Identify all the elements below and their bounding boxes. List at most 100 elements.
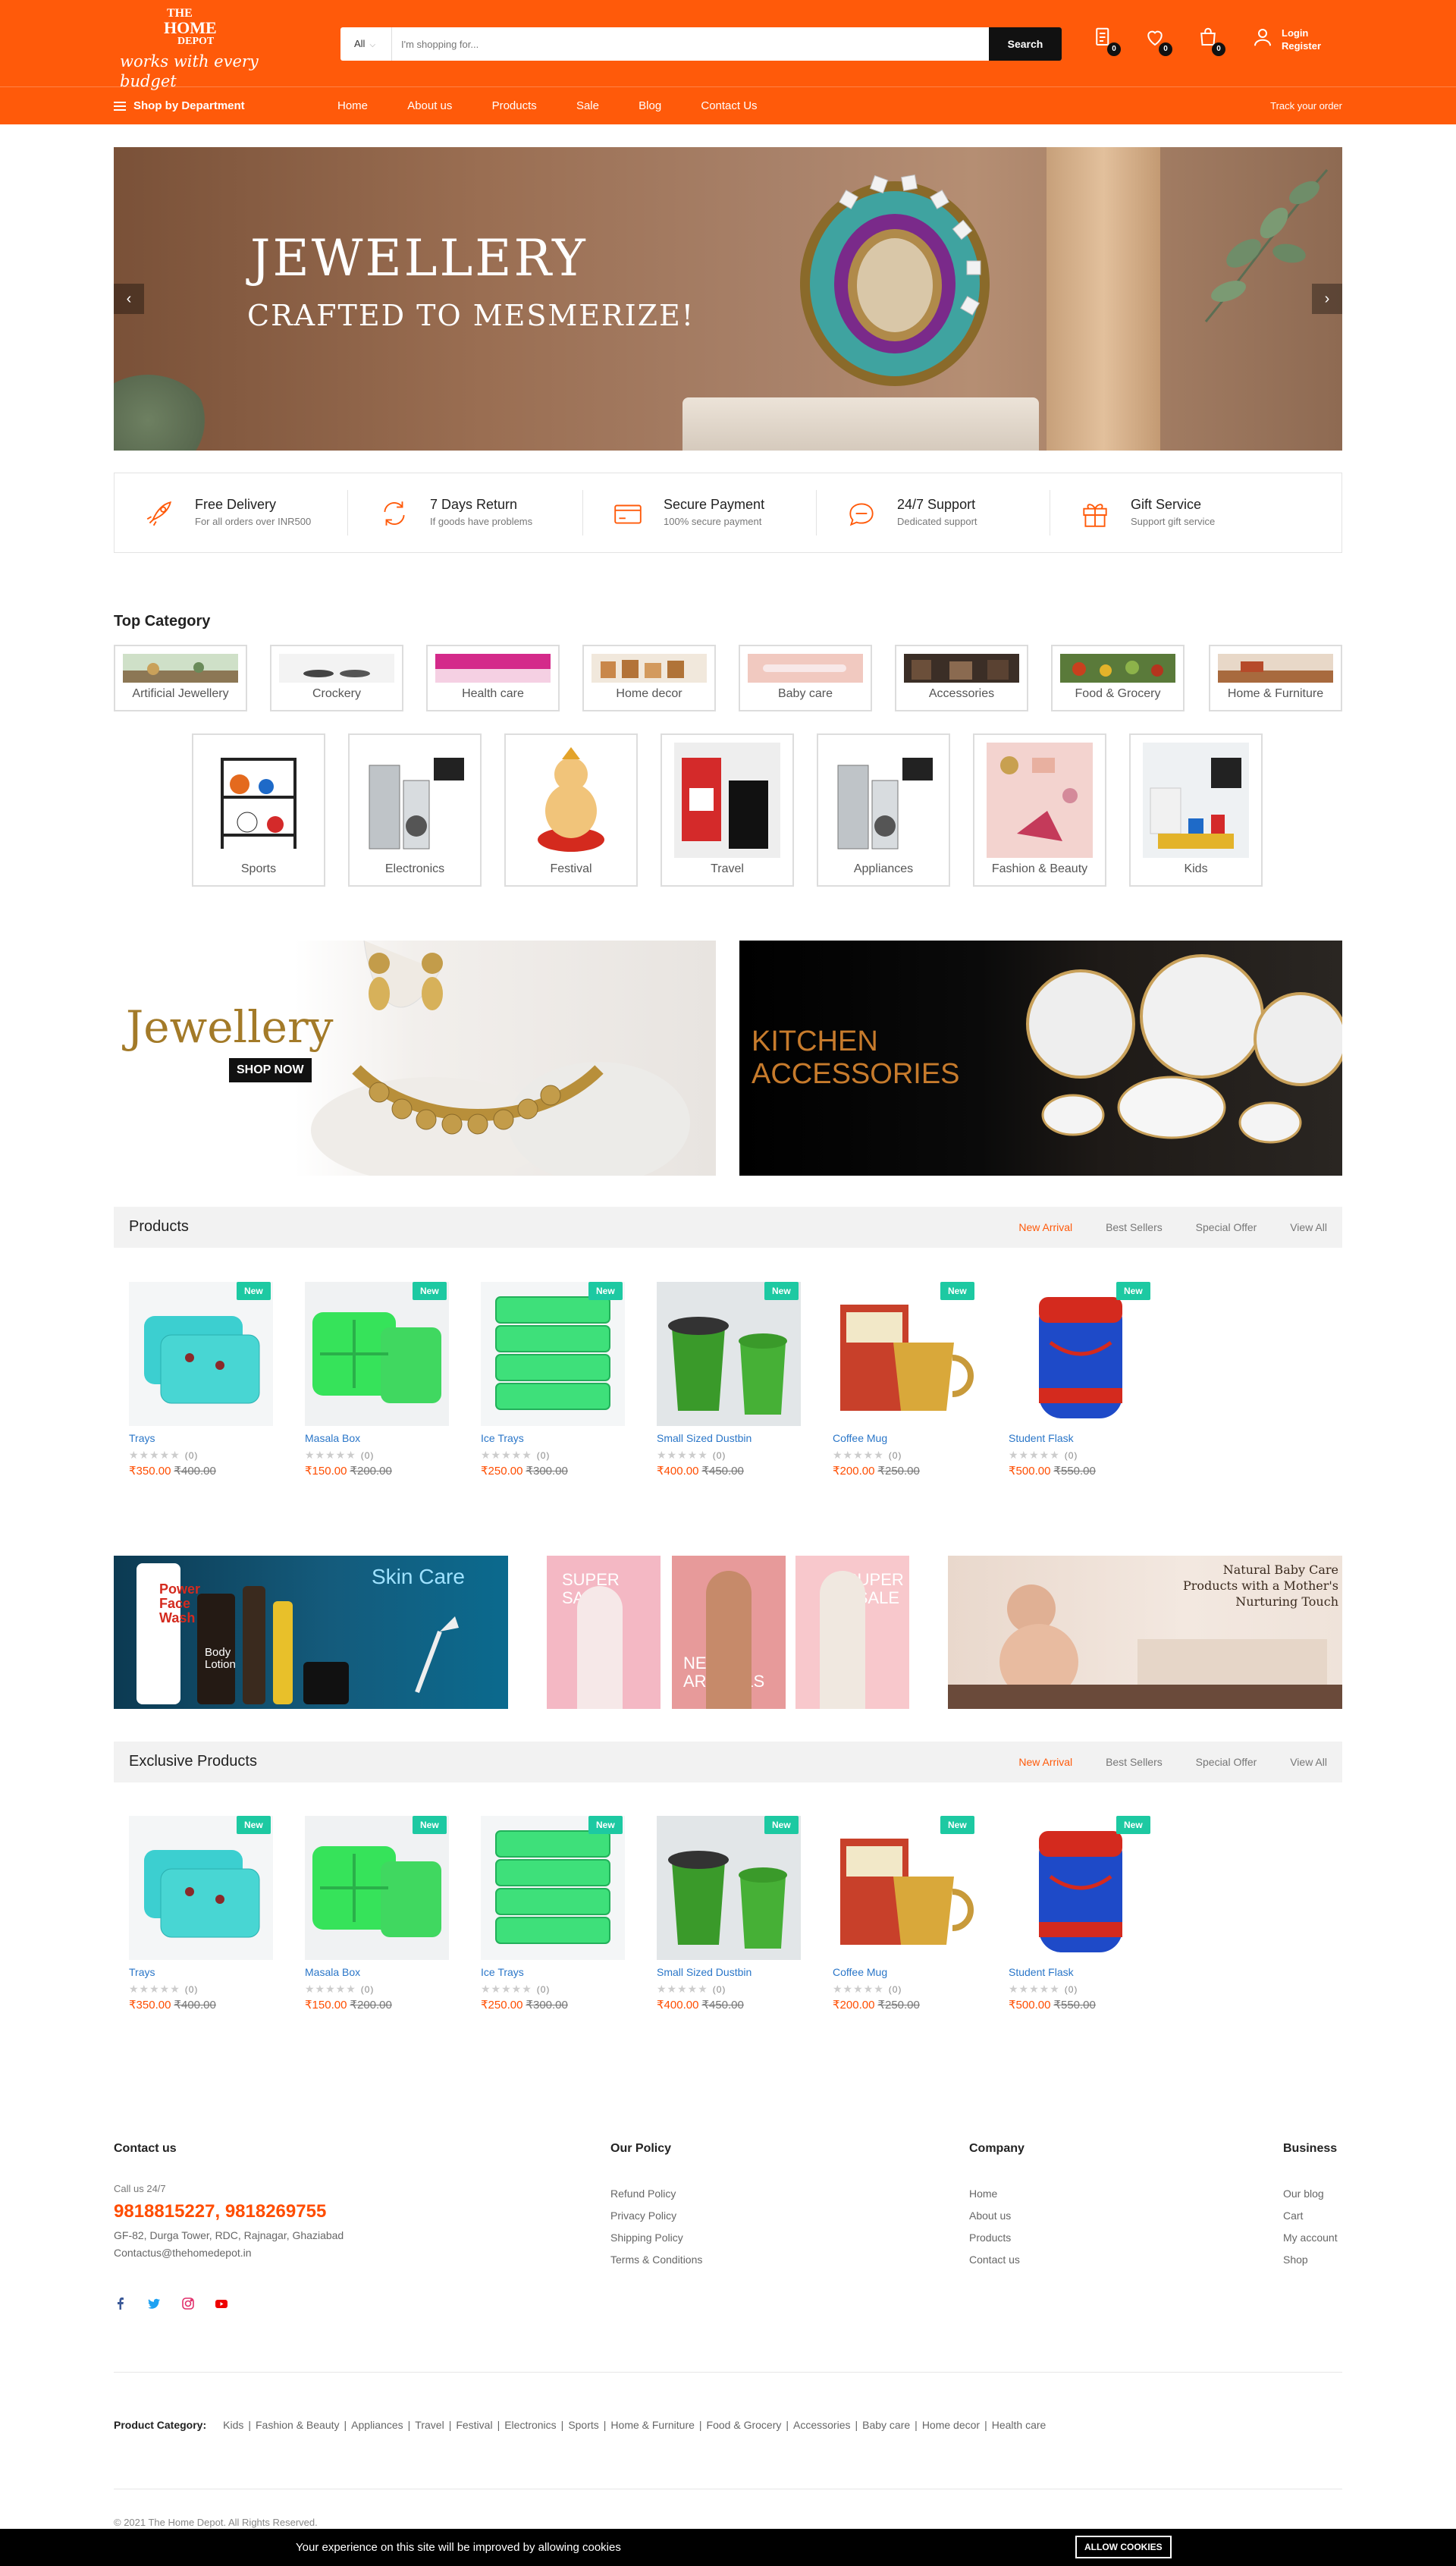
shop-by-department-button[interactable]: Shop by Department	[114, 87, 245, 125]
category-accessories[interactable]: Accessories	[895, 645, 1028, 711]
footer-category-link[interactable]: Home decor	[922, 2419, 980, 2431]
product-name[interactable]: Trays	[129, 1966, 155, 1978]
category-sports[interactable]: Sports	[192, 733, 325, 887]
register-link[interactable]: Register	[1282, 39, 1321, 52]
product-card[interactable]: New Trays ★★★★★ (0) ₹350.00 ₹400.00	[129, 1282, 281, 1502]
product-name[interactable]: Coffee Mug	[833, 1966, 887, 1978]
product-card[interactable]: New Coffee Mug ★★★★★ (0) ₹200.00 ₹250.00	[833, 1816, 984, 2036]
footer-link-products[interactable]: Products	[969, 2227, 1025, 2249]
category-artificial-jewellery[interactable]: Artificial Jewellery	[114, 645, 247, 711]
tab-special-offer[interactable]: Special Offer	[1196, 1756, 1257, 1768]
product-image[interactable]	[129, 1816, 273, 1960]
category-food-grocery[interactable]: Food & Grocery	[1051, 645, 1185, 711]
product-name[interactable]: Ice Trays	[481, 1432, 524, 1444]
tab-new-arrival[interactable]: New Arrival	[1018, 1221, 1072, 1233]
baby-care-banner[interactable]: Natural Baby Care Products with a Mother…	[948, 1556, 1342, 1709]
category-baby-care[interactable]: Baby care	[739, 645, 872, 711]
phone-number[interactable]: 9818815227, 9818269755	[114, 2201, 344, 2222]
jewellery-banner[interactable]: Jewellery SHOP NOW	[114, 941, 716, 1176]
wishlist-button[interactable]: 0	[1144, 26, 1172, 56]
nav-item-about[interactable]: About us	[407, 87, 452, 125]
tab-best-sellers[interactable]: Best Sellers	[1106, 1221, 1163, 1233]
slider-prev-button[interactable]: ‹	[114, 284, 144, 314]
footer-link-contact[interactable]: Contact us	[969, 2249, 1025, 2271]
tab-view-all[interactable]: View All	[1290, 1756, 1327, 1768]
product-name[interactable]: Small Sized Dustbin	[657, 1966, 752, 1978]
product-image[interactable]	[481, 1816, 625, 1960]
footer-category-link[interactable]: Health care	[992, 2419, 1046, 2431]
category-health-care[interactable]: Health care	[426, 645, 560, 711]
footer-link-terms[interactable]: Terms & Conditions	[610, 2249, 702, 2271]
facebook-icon[interactable]	[114, 2297, 127, 2310]
footer-category-link[interactable]: Festival	[456, 2419, 492, 2431]
search-button[interactable]: Search	[989, 27, 1062, 61]
footer-category-link[interactable]: Kids	[223, 2419, 243, 2431]
product-image[interactable]	[481, 1282, 625, 1426]
product-name[interactable]: Student Flask	[1009, 1966, 1074, 1978]
search-category-select[interactable]: All ⌵	[340, 27, 392, 61]
product-name[interactable]: Masala Box	[305, 1432, 360, 1444]
product-name[interactable]: Trays	[129, 1432, 155, 1444]
footer-category-link[interactable]: Accessories	[793, 2419, 850, 2431]
product-name[interactable]: Small Sized Dustbin	[657, 1432, 752, 1444]
footer-category-link[interactable]: Travel	[415, 2419, 444, 2431]
category-fashion-beauty[interactable]: Fashion & Beauty	[973, 733, 1106, 887]
search-input[interactable]	[401, 27, 962, 61]
category-home-decor[interactable]: Home decor	[582, 645, 716, 711]
product-image[interactable]	[305, 1816, 449, 1960]
kitchen-accessories-banner[interactable]: KITCHEN ACCESSORIES	[739, 941, 1342, 1176]
footer-link-cart[interactable]: Cart	[1283, 2205, 1338, 2227]
category-travel[interactable]: Travel	[661, 733, 794, 887]
product-image[interactable]	[833, 1282, 977, 1426]
product-name[interactable]: Coffee Mug	[833, 1432, 887, 1444]
product-image[interactable]	[305, 1282, 449, 1426]
category-festival[interactable]: Festival	[504, 733, 638, 887]
product-card[interactable]: New Masala Box ★★★★★ (0) ₹150.00 ₹200.00	[305, 1282, 457, 1502]
product-image[interactable]	[1009, 1282, 1153, 1426]
product-image[interactable]	[657, 1816, 801, 1960]
tab-best-sellers[interactable]: Best Sellers	[1106, 1756, 1163, 1768]
login-link[interactable]: Login	[1282, 27, 1321, 39]
shop-now-button[interactable]: SHOP NOW	[229, 1058, 312, 1082]
product-card[interactable]: New Small Sized Dustbin ★★★★★ (0) ₹400.00 ₹45…	[657, 1816, 808, 2036]
product-card[interactable]: New Masala Box ★★★★★ (0) ₹150.00 ₹200.00	[305, 1816, 457, 2036]
category-kids[interactable]: Kids	[1129, 733, 1263, 887]
product-image[interactable]	[833, 1816, 977, 1960]
footer-link-home[interactable]: Home	[969, 2183, 1025, 2205]
product-name[interactable]: Student Flask	[1009, 1432, 1074, 1444]
product-image[interactable]	[657, 1282, 801, 1426]
footer-link-refund[interactable]: Refund Policy	[610, 2183, 702, 2205]
footer-link-privacy[interactable]: Privacy Policy	[610, 2205, 702, 2227]
category-crockery[interactable]: Crockery	[270, 645, 403, 711]
footer-category-link[interactable]: Fashion & Beauty	[256, 2419, 340, 2431]
allow-cookies-button[interactable]: ALLOW COOKIES	[1075, 2536, 1172, 2558]
nav-item-contact[interactable]: Contact Us	[701, 87, 757, 125]
slider-next-button[interactable]: ›	[1312, 284, 1342, 314]
category-appliances[interactable]: Appliances	[817, 733, 950, 887]
category-home-furniture[interactable]: Home & Furniture	[1209, 645, 1342, 711]
product-image[interactable]	[129, 1282, 273, 1426]
product-image[interactable]	[1009, 1816, 1153, 1960]
tab-view-all[interactable]: View All	[1290, 1221, 1327, 1233]
twitter-icon[interactable]	[147, 2297, 161, 2310]
product-name[interactable]: Masala Box	[305, 1966, 360, 1978]
footer-link-account[interactable]: My account	[1283, 2227, 1338, 2249]
footer-category-link[interactable]: Baby care	[862, 2419, 910, 2431]
youtube-icon[interactable]	[215, 2297, 228, 2310]
nav-item-sale[interactable]: Sale	[576, 87, 599, 125]
product-card[interactable]: New Ice Trays ★★★★★ (0) ₹250.00 ₹300.00	[481, 1282, 632, 1502]
product-name[interactable]: Ice Trays	[481, 1966, 524, 1978]
footer-link-about[interactable]: About us	[969, 2205, 1025, 2227]
super-sale-banner[interactable]: SUPER SALE NEW ARRIVALS SUPER SALE	[547, 1556, 909, 1709]
footer-link-shop[interactable]: Shop	[1283, 2249, 1338, 2271]
product-card[interactable]: New Coffee Mug ★★★★★ (0) ₹200.00 ₹250.00	[833, 1282, 984, 1502]
product-card[interactable]: New Trays ★★★★★ (0) ₹350.00 ₹400.00	[129, 1816, 281, 2036]
compare-button[interactable]: 0	[1092, 26, 1121, 56]
footer-link-blog[interactable]: Our blog	[1283, 2183, 1338, 2205]
footer-link-shipping[interactable]: Shipping Policy	[610, 2227, 702, 2249]
footer-category-link[interactable]: Sports	[568, 2419, 598, 2431]
footer-category-link[interactable]: Home & Furniture	[610, 2419, 694, 2431]
nav-item-home[interactable]: Home	[337, 87, 368, 125]
nav-item-blog[interactable]: Blog	[639, 87, 661, 125]
product-card[interactable]: New Small Sized Dustbin ★★★★★ (0) ₹400.00 ₹45…	[657, 1282, 808, 1502]
